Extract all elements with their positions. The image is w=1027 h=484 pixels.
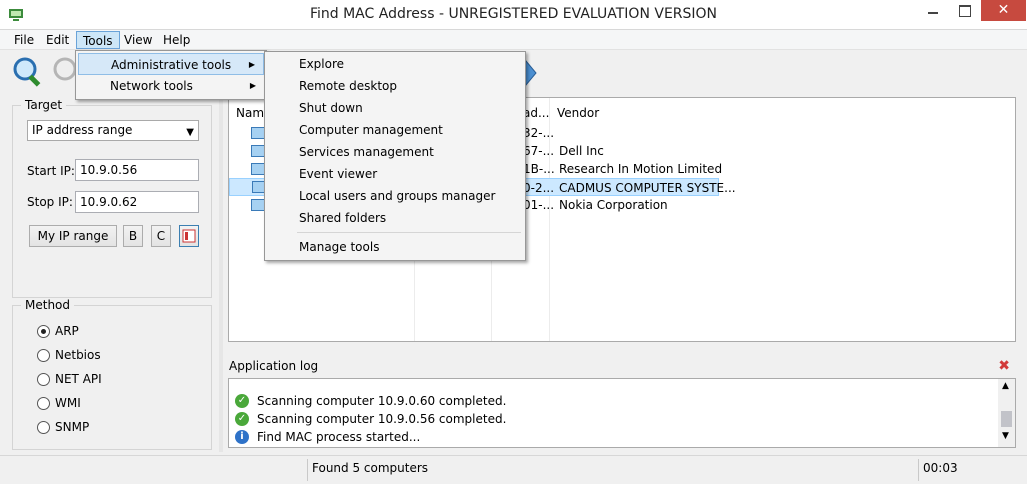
radio-netbios-label: Netbios [55, 348, 101, 362]
log-entry: i Find MAC process started... [235, 428, 420, 446]
title-bar: Find MAC Address - UNREGISTERED EVALUATI… [0, 0, 1027, 30]
menu-item-remote-desktop[interactable]: Remote desktop [267, 75, 523, 97]
radio-arp[interactable] [37, 325, 50, 338]
cell-vendor: CADMUS COMPUTER SYSTE... [559, 181, 736, 195]
range-list-button[interactable] [179, 225, 199, 247]
column-header-vendor[interactable]: Vendor [557, 102, 599, 124]
cell-mac: 32-... [523, 126, 555, 140]
check-icon: ✓ [235, 394, 249, 408]
list-icon [182, 229, 196, 243]
stop-ip-label: Stop IP: [27, 195, 73, 209]
menu-file[interactable]: File [8, 31, 40, 49]
log-entry-text: Find MAC process started... [257, 430, 421, 444]
tools-menu: Administrative tools ▶ Network tools ▶ [75, 50, 267, 100]
menu-item-administrative-tools[interactable]: Administrative tools ▶ [78, 53, 264, 75]
log-entry: ✓ Scanning computer 10.9.0.56 completed. [235, 410, 506, 428]
minimize-button[interactable] [918, 0, 948, 22]
radio-netbios[interactable] [37, 349, 50, 362]
cell-mac: 01-... [523, 198, 555, 212]
method-group-label: Method [21, 298, 75, 312]
cell-vendor: Nokia Corporation [559, 198, 668, 212]
menu-item-local-users[interactable]: Local users and groups manager [267, 185, 523, 207]
maximize-button[interactable] [950, 0, 978, 22]
scroll-up-icon[interactable]: ▲ [1002, 381, 1009, 391]
clear-log-icon[interactable]: ✖ [998, 358, 1010, 374]
log-entry-text: Scanning computer 10.9.0.56 completed. [257, 412, 507, 426]
class-b-button[interactable]: B [123, 225, 143, 247]
status-divider [307, 459, 308, 481]
log-header: Application log ✖ [228, 356, 1016, 378]
target-group: Target IP address range ▼ Start IP: 10.9… [12, 98, 212, 298]
stop-ip-input[interactable]: 10.9.0.62 [75, 191, 199, 213]
log-list[interactable]: ✓ Scanning computer 10.9.0.60 completed.… [228, 378, 1016, 448]
menu-item-event-viewer[interactable]: Event viewer [267, 163, 523, 185]
my-ip-range-button[interactable]: My IP range [29, 225, 117, 247]
splitter-vertical[interactable] [219, 96, 223, 452]
submenu-arrow-icon: ▶ [249, 81, 256, 90]
method-group: Method ARP Netbios NET API WMI SNMP [12, 298, 212, 450]
info-icon: i [235, 430, 249, 444]
target-group-label: Target [21, 98, 67, 112]
menu-item-manage-tools[interactable]: Manage tools [267, 236, 523, 258]
cell-vendor: Dell Inc [559, 144, 604, 158]
cell-vendor: Research In Motion Limited [559, 162, 723, 176]
log-entry: ✓ Scanning computer 10.9.0.60 completed. [235, 392, 506, 410]
search-icon [13, 57, 41, 87]
radio-wmi-label: WMI [55, 396, 81, 410]
log-entry-text: Scanning computer 10.9.0.60 completed. [257, 394, 507, 408]
radio-netapi-label: NET API [55, 372, 102, 386]
radio-wmi[interactable] [37, 397, 50, 410]
target-mode-value: IP address range [32, 123, 133, 137]
menu-item-label: Network tools [110, 79, 193, 93]
menu-edit[interactable]: Edit [40, 31, 75, 49]
start-ip-input[interactable]: 10.9.0.56 [75, 159, 199, 181]
start-ip-label: Start IP: [27, 164, 75, 178]
status-message: Found 5 computers [312, 461, 429, 475]
admin-tools-submenu: Explore Remote desktop Shut down Compute… [264, 51, 526, 261]
radio-netapi[interactable] [37, 373, 50, 386]
menu-item-shut-down[interactable]: Shut down [267, 97, 523, 119]
status-divider [918, 459, 919, 481]
status-time: 00:03 [923, 461, 958, 475]
close-button[interactable]: ✕ [981, 0, 1026, 21]
column-header-mac[interactable]: ad... [523, 102, 549, 124]
menu-item-shared-folders[interactable]: Shared folders [267, 207, 523, 229]
check-icon: ✓ [235, 412, 249, 426]
computer-icon [251, 199, 265, 211]
computer-icon [251, 127, 265, 139]
class-c-button[interactable]: C [151, 225, 171, 247]
scroll-down-icon[interactable]: ▼ [1002, 431, 1009, 441]
menu-help[interactable]: Help [157, 31, 196, 49]
computer-icon [251, 163, 265, 175]
log-title: Application log [229, 359, 319, 373]
menu-separator [297, 232, 521, 233]
menu-item-network-tools[interactable]: Network tools ▶ [78, 75, 264, 97]
menu-tools[interactable]: Tools [76, 31, 120, 49]
radio-snmp-label: SNMP [55, 420, 90, 434]
menu-item-explore[interactable]: Explore [267, 53, 523, 75]
log-scrollbar[interactable]: ▲ ▼ [998, 379, 1015, 447]
scroll-thumb[interactable] [1001, 411, 1012, 427]
menu-bar: File Edit Tools View Help [0, 30, 1027, 50]
cell-mac: 0-2... [523, 181, 555, 195]
menu-view[interactable]: View [118, 31, 158, 49]
computer-icon [251, 145, 265, 157]
radio-snmp[interactable] [37, 421, 50, 434]
menu-item-label: Administrative tools [111, 58, 232, 72]
menu-item-computer-management[interactable]: Computer management [267, 119, 523, 141]
window-title: Find MAC Address - UNREGISTERED EVALUATI… [309, 6, 718, 22]
status-bar: Found 5 computers 00:03 [0, 455, 1027, 484]
submenu-arrow-icon: ▶ [248, 60, 255, 69]
cell-mac: 67-... [523, 144, 555, 158]
radio-arp-label: ARP [55, 324, 79, 338]
find-button[interactable] [10, 55, 46, 91]
chevron-down-icon: ▼ [186, 127, 194, 138]
target-mode-select[interactable]: IP address range ▼ [27, 120, 199, 141]
cell-mac: 1B-... [523, 162, 555, 176]
menu-item-services-management[interactable]: Services management [267, 141, 523, 163]
